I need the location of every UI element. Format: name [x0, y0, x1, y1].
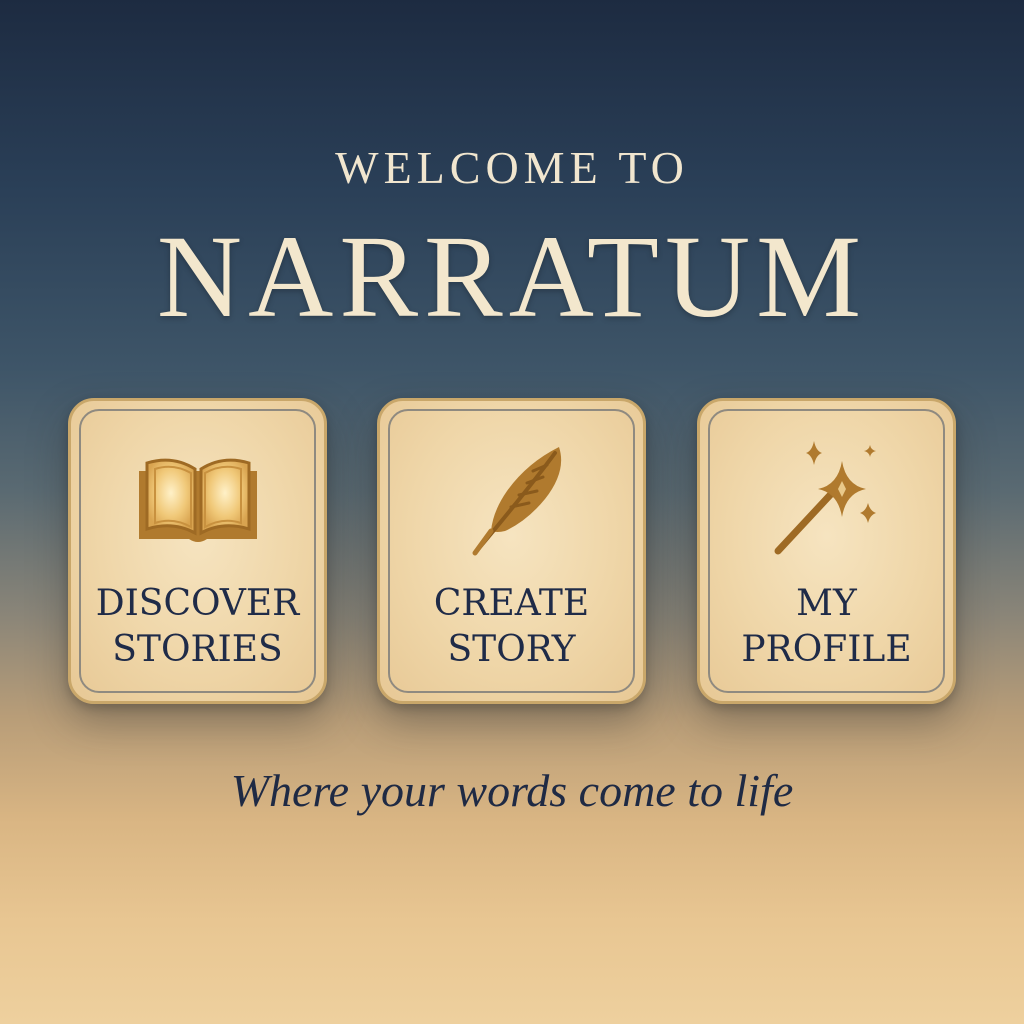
discover-stories-label: DISCOVER STORIES	[95, 583, 300, 670]
tagline: Where your words come to life	[230, 765, 794, 816]
welcome-heading: WELCOME TO	[335, 142, 689, 193]
discover-stories-button[interactable]: DISCOVER STORIES	[68, 398, 327, 704]
app-title: NARRATUM	[156, 211, 868, 342]
magic-wand-icon	[774, 441, 876, 555]
quill-feather-icon	[472, 447, 561, 556]
open-book-icon	[138, 458, 257, 542]
create-story-label: CREATE STORY	[433, 583, 590, 670]
my-profile-button[interactable]: MY PROFILE	[697, 398, 956, 704]
my-profile-label: MY PROFILE	[741, 583, 912, 670]
create-story-button[interactable]: CREATE STORY	[377, 398, 646, 704]
